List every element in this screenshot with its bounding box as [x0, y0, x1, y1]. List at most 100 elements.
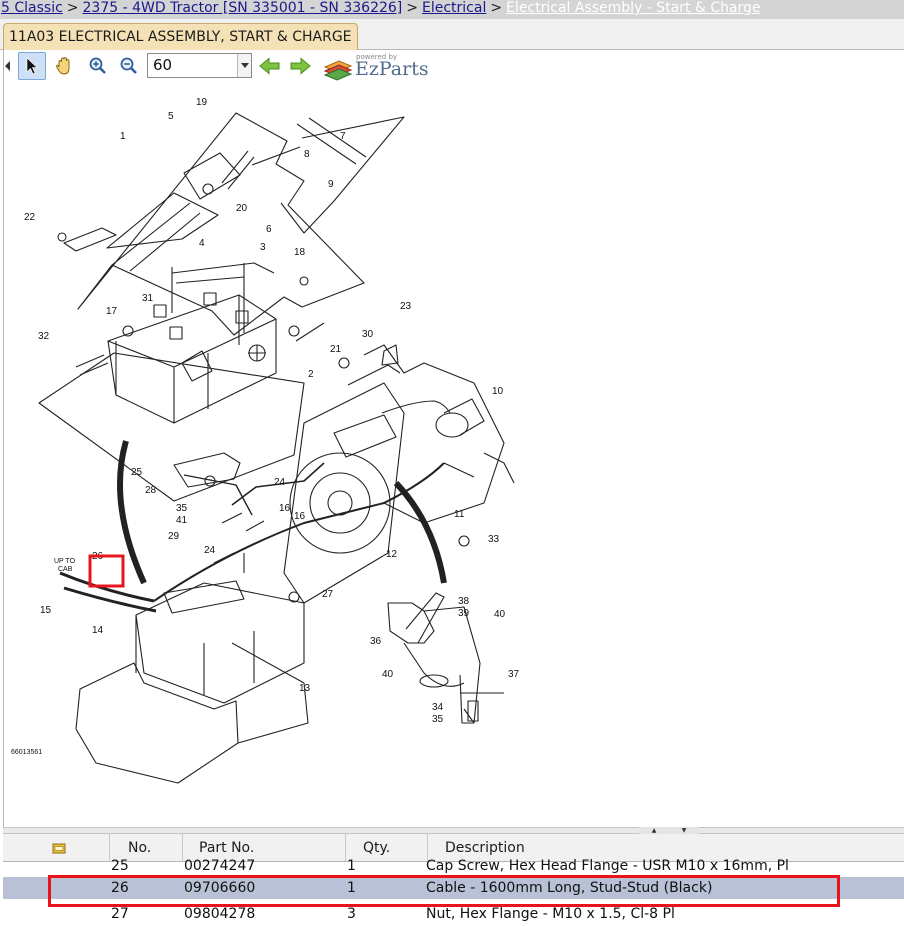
callout-label: 34 — [432, 702, 444, 713]
callout-label: 24 — [204, 545, 216, 556]
callout-label: 18 — [294, 247, 306, 258]
pointer-tool-button[interactable] — [18, 52, 46, 80]
folder-note-icon — [52, 843, 66, 854]
breadcrumb-separator: > — [406, 0, 418, 16]
callout-label: 8 — [304, 149, 310, 160]
callout-label: 21 — [330, 344, 342, 355]
callout-label: 23 — [400, 301, 412, 312]
callout-label: 38 — [458, 596, 470, 607]
pan-tool-button[interactable] — [50, 52, 78, 80]
callout-label: 19 — [196, 97, 208, 108]
callout-label: 41 — [176, 515, 188, 526]
pane-splitter[interactable]: ▲ ▼ — [3, 827, 904, 834]
breadcrumb-separator: > — [490, 0, 503, 16]
cell-no: 25 — [111, 858, 129, 874]
ezparts-logo: powered by EzParts — [322, 52, 432, 82]
callout-label: 35 — [176, 503, 188, 514]
table-row-selected[interactable]: 26 09706660 1 Cable - 1600mm Long, Stud-… — [3, 877, 904, 899]
diagram-drawing: 1 2 3 4 5 6 7 8 9 10 11 12 13 14 15 16 1… — [11, 97, 520, 784]
zoom-in-icon — [89, 57, 106, 74]
breadcrumb-link-electrical[interactable]: Electrical — [422, 0, 486, 16]
zoom-in-button[interactable] — [84, 52, 112, 80]
breadcrumb-link-model-series[interactable]: 5 Classic — [1, 0, 63, 16]
cell-part-no: 00274247 — [184, 858, 256, 874]
callout-labels: 1 2 3 4 5 6 7 8 9 10 11 12 13 14 15 16 1… — [11, 97, 520, 756]
cell-no: 26 — [111, 880, 129, 896]
callout-label: 37 — [508, 669, 520, 680]
up-to-cab-label: UP TO — [54, 558, 76, 565]
breadcrumb-link-current[interactable]: Electrical Assembly - Start & Charge — [506, 0, 760, 16]
callout-label: 4 — [199, 238, 205, 249]
callout-label: 39 — [458, 608, 470, 619]
callout-label: 28 — [145, 485, 157, 496]
callout-label: 10 — [492, 386, 504, 397]
callout-label: 2 — [308, 369, 314, 380]
callout-label: 12 — [386, 549, 398, 560]
previous-button[interactable] — [256, 52, 284, 80]
callout-label: 36 — [370, 636, 382, 647]
brand-name: EzParts — [355, 58, 429, 80]
callout-label: 40 — [494, 609, 506, 620]
zoom-level-value: 60 — [153, 56, 173, 74]
callout-label: 27 — [322, 589, 334, 600]
callout-label: 16 — [279, 503, 291, 514]
tray-outline — [38, 352, 305, 502]
splitter-arrows[interactable]: ▲ ▼ — [639, 827, 699, 834]
callout-label: 31 — [142, 293, 154, 304]
callout-label: 40 — [382, 669, 394, 680]
callout-label: 5 — [168, 111, 174, 122]
pointer-icon — [26, 57, 38, 75]
up-to-cab-label: CAB — [58, 566, 73, 573]
cell-part-no: 09804278 — [184, 906, 256, 922]
callout-label: 1 — [120, 131, 126, 142]
tab-assembly[interactable]: 11A03 ELECTRICAL ASSEMBLY, START & CHARG… — [3, 23, 358, 50]
callout-label: 16 — [294, 511, 306, 522]
cell-qty: 1 — [347, 858, 356, 874]
cell-description: Nut, Hex Flange - M10 x 1.5, Cl-8 Pl — [426, 906, 675, 922]
arrow-left-icon — [259, 57, 280, 75]
table-row[interactable]: 27 09804278 3 Nut, Hex Flange - M10 x 1.… — [3, 903, 904, 925]
chevron-down-icon[interactable] — [237, 54, 251, 77]
callout-label: 24 — [274, 477, 286, 488]
callout-label: 25 — [131, 467, 143, 478]
cell-part-no: 09706660 — [184, 880, 256, 896]
callout-label: 33 — [488, 534, 500, 545]
callout-label: 32 — [38, 331, 50, 342]
callout-label: 9 — [328, 179, 334, 190]
cell-description: Cable - 1600mm Long, Stud-Stud (Black) — [426, 880, 713, 896]
breadcrumb: 5 Classic >2375 - 4WD Tractor [SN 335001 … — [0, 0, 904, 19]
callout-label: 22 — [24, 212, 36, 223]
zoom-level-select[interactable]: 60 — [147, 53, 252, 78]
callout-label: 30 — [362, 329, 374, 340]
callout-label: 3 — [260, 242, 266, 253]
collapse-down-icon[interactable]: ▼ — [682, 827, 687, 834]
books-logo-icon — [323, 60, 353, 81]
hand-pan-icon — [56, 57, 70, 75]
callout-label: 7 — [340, 131, 346, 142]
zoom-out-button[interactable] — [115, 52, 143, 80]
callout-label: 13 — [299, 683, 311, 694]
callout-label: 20 — [236, 203, 248, 214]
parts-diagram[interactable]: 1 2 3 4 5 6 7 8 9 10 11 12 13 14 15 16 1… — [3, 83, 904, 827]
cell-qty: 1 — [347, 880, 356, 896]
callout-label: 6 — [266, 224, 272, 235]
collapse-up-icon[interactable]: ▲ — [652, 827, 657, 834]
table-row[interactable]: 25 00274247 1 Cap Screw, Hex Head Flange… — [3, 855, 904, 877]
cell-no: 27 — [111, 906, 129, 922]
next-button[interactable] — [286, 52, 314, 80]
toolbar-scroll-left-icon[interactable] — [2, 52, 14, 80]
tab-bar: 11A03 ELECTRICAL ASSEMBLY, START & CHARG… — [0, 19, 904, 50]
callout-label: 29 — [168, 531, 180, 542]
cell-description: Cap Screw, Hex Head Flange - USR M10 x 1… — [426, 858, 789, 874]
callout-label: 14 — [92, 625, 104, 636]
callout-label: 17 — [106, 306, 118, 317]
callout-label: 11 — [454, 509, 465, 520]
cell-qty: 3 — [347, 906, 356, 922]
viewer-toolbar: 60 powered by EzParts — [3, 50, 904, 83]
callout-label: 15 — [40, 605, 52, 616]
figure-code: 66013561 — [11, 749, 42, 756]
parts-table: No. Part No. Qty. Description 25 0027424… — [3, 834, 904, 926]
arrow-right-icon — [290, 57, 311, 75]
breadcrumb-link-tractor[interactable]: 2375 - 4WD Tractor [SN 335001 - SN 33622… — [83, 0, 403, 16]
callout-label: 35 — [432, 714, 444, 725]
